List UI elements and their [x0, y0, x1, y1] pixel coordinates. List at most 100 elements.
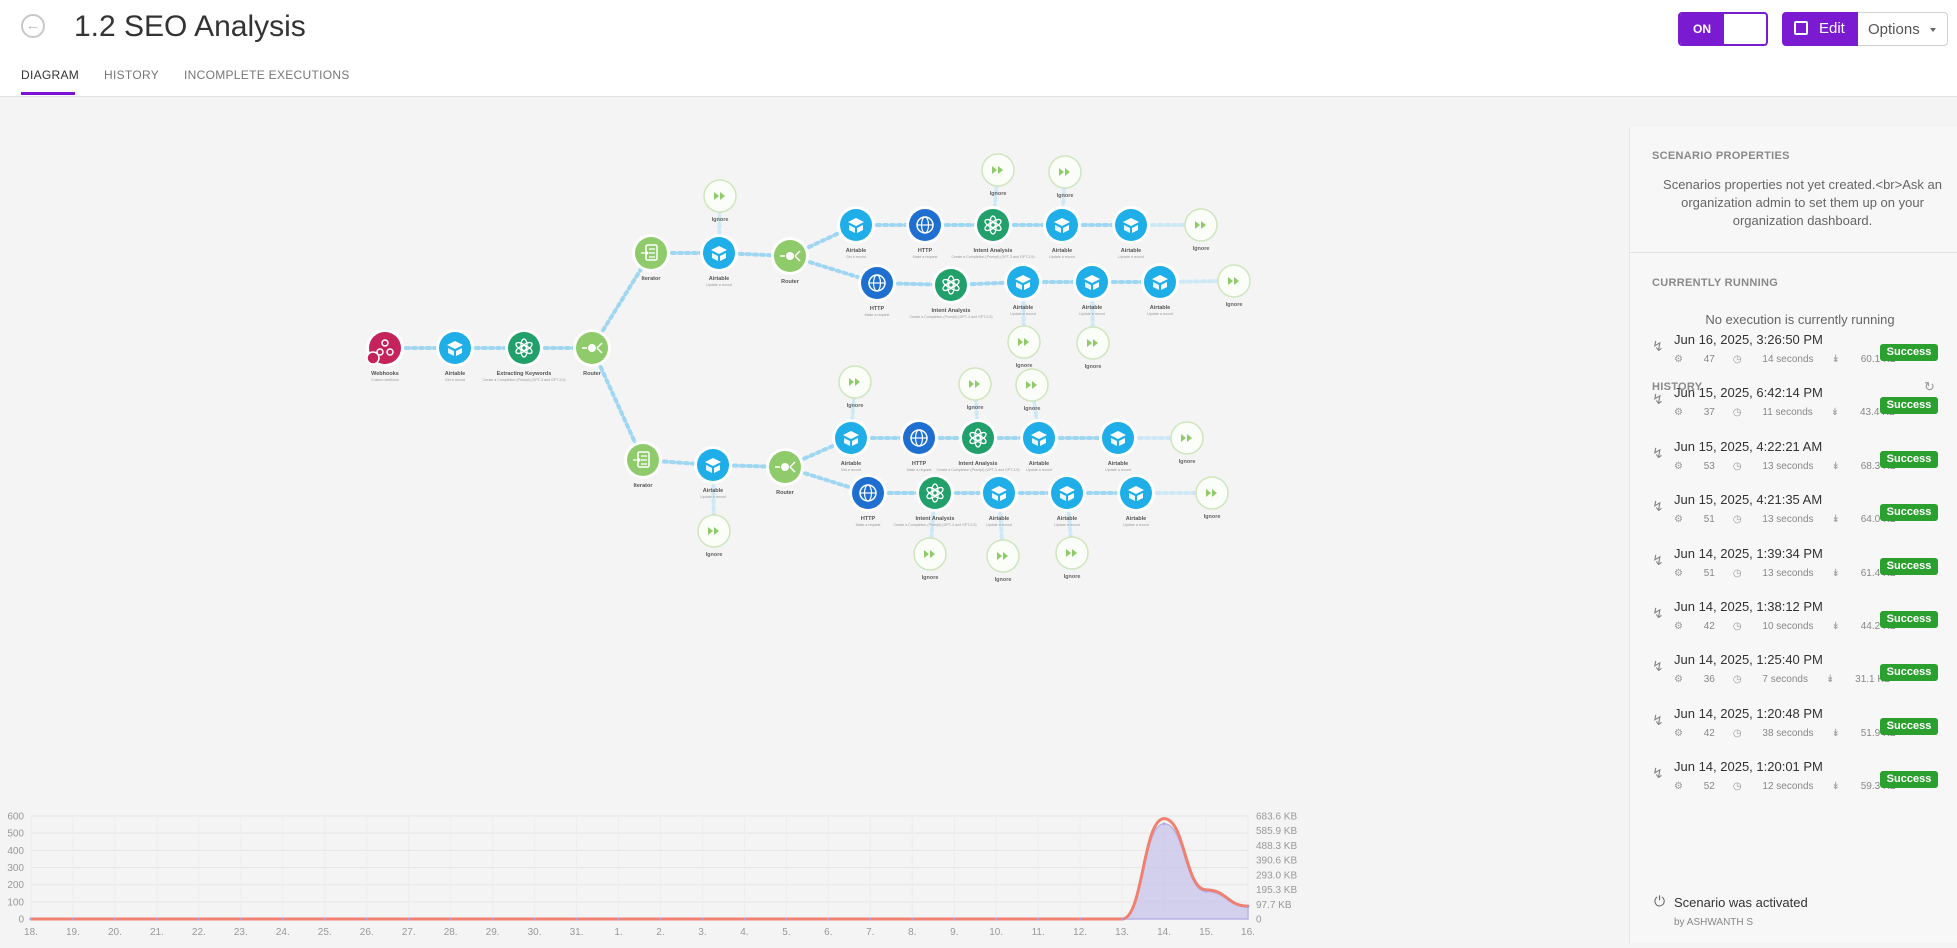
- node-airtable[interactable]: AirtableUpdate a record: [1112, 206, 1150, 259]
- node-ignore[interactable]: Ignore: [1076, 326, 1110, 370]
- node-http[interactable]: HTTPMake a request: [900, 419, 938, 472]
- y-tick-right: 390.6 KB: [1256, 856, 1297, 867]
- node-openai[interactable]: Intent AnalysisCreate a Completion (Prom…: [909, 266, 993, 319]
- operations-count: ⚙ 52: [1674, 781, 1715, 793]
- currently-running-text: No execution is currently running: [1705, 312, 1895, 327]
- node-label: Ignore: [1057, 193, 1074, 199]
- node-openai[interactable]: Intent AnalysisCreate a Completion (Prom…: [893, 474, 977, 527]
- node-airtable[interactable]: AirtableUpdate a record: [700, 234, 738, 287]
- history-item[interactable]: ↯ Jun 15, 2025, 6:42:14 PM ⚙ 37 ◷ 11 second…: [1630, 383, 1957, 433]
- node-ignore[interactable]: Ignore: [1007, 325, 1041, 369]
- node-label: Airtable: [703, 488, 723, 494]
- duration: ◷ 13 seconds: [1732, 567, 1814, 579]
- node-label: Ignore: [990, 191, 1007, 197]
- node-ignore[interactable]: Ignore: [981, 153, 1015, 197]
- node-ignore[interactable]: Ignore: [1217, 264, 1251, 308]
- history-item[interactable]: ↯ Jun 15, 2025, 4:22:21 AM ⚙ 53 ◷ 13 second…: [1630, 437, 1957, 487]
- x-tick: 11.: [1032, 927, 1045, 938]
- scenario-properties-heading: SCENARIO PROPERTIES: [1652, 150, 1790, 162]
- node-ignore[interactable]: Ignore: [958, 367, 992, 411]
- node-airtable[interactable]: AirtableUpdate a record: [1020, 419, 1058, 472]
- node-webhooks[interactable]: WebhooksCustom webhook: [366, 329, 404, 382]
- operations-point: [1162, 817, 1166, 821]
- node-sublabel: Create a Completion (Prompt) (GPT-3 and …: [936, 468, 1019, 472]
- node-router[interactable]: Router: [771, 237, 809, 285]
- node-airtable[interactable]: AirtableUpdate a record: [1043, 206, 1081, 259]
- node-airtable[interactable]: AirtableGet a record: [837, 206, 875, 259]
- node-ignore[interactable]: Ignore: [697, 514, 731, 558]
- data-transfer-point: [491, 917, 494, 921]
- history-item[interactable]: ↯ Jun 14, 2025, 1:20:48 PM ⚙ 42 ◷ 38 second…: [1630, 704, 1957, 754]
- history-item[interactable]: ↯ Jun 15, 2025, 4:21:35 AM ⚙ 51 ◷ 13 second…: [1630, 490, 1957, 540]
- back-arrow-circle-icon[interactable]: ←: [21, 14, 45, 38]
- tab-history[interactable]: HISTORY: [104, 68, 159, 82]
- data-transfer-point: [785, 917, 788, 921]
- node-openai[interactable]: Extracting KeywordsCreate a Completion (…: [482, 329, 566, 382]
- node-airtable[interactable]: AirtableUpdate a record: [1099, 419, 1137, 472]
- duration: ◷ 13 seconds: [1732, 514, 1814, 526]
- node-airtable[interactable]: AirtableUpdate a record: [1073, 263, 1111, 316]
- node-ignore[interactable]: Ignore: [838, 365, 872, 409]
- node-ignore[interactable]: Ignore: [1184, 208, 1218, 252]
- node-airtable[interactable]: AirtableUpdate a record: [694, 446, 732, 499]
- node-ignore[interactable]: Ignore: [1048, 155, 1082, 199]
- scenario-diagram[interactable]: WebhooksCustom webhookAirtableGet a reco…: [0, 130, 1629, 810]
- y-tick-right: 0: [1256, 915, 1262, 926]
- history-meta: ⚙ 52 ◷ 12 seconds ↡ 59.3 KB: [1674, 781, 1914, 792]
- operations-count: ⚙ 51: [1674, 567, 1715, 579]
- node-label: Router: [583, 371, 602, 377]
- node-ignore[interactable]: Ignore: [1055, 536, 1089, 580]
- node-iterator[interactable]: Iterator: [624, 441, 662, 489]
- scheduling-toggle[interactable]: ON: [1678, 12, 1768, 46]
- node-http[interactable]: HTTPMake a request: [906, 206, 944, 259]
- history-item[interactable]: ↯ Jun 16, 2025, 3:26:50 PM ⚙ 47 ◷ 14 second…: [1630, 330, 1957, 380]
- edit-button[interactable]: Edit: [1782, 12, 1858, 46]
- x-tick: 27.: [402, 927, 416, 938]
- node-sublabel: Update a record: [1049, 255, 1075, 259]
- node-airtable[interactable]: AirtableGet a record: [436, 329, 474, 382]
- execution-bolt-icon: ↯: [1652, 498, 1664, 515]
- history-item[interactable]: ↯ Jun 14, 2025, 1:38:12 PM ⚙ 42 ◷ 10 second…: [1630, 597, 1957, 647]
- node-ignore[interactable]: Ignore: [1015, 368, 1049, 412]
- node-openai[interactable]: Intent AnalysisCreate a Completion (Prom…: [936, 419, 1020, 472]
- node-http[interactable]: HTTPMake a request: [849, 474, 887, 527]
- node-ignore[interactable]: Ignore: [986, 539, 1020, 583]
- history-item[interactable]: ↯ Jun 14, 2025, 1:25:40 PM ⚙ 36 ◷ 7 seconds…: [1630, 650, 1957, 700]
- node-airtable[interactable]: AirtableUpdate a record: [1117, 474, 1155, 527]
- node-label: Ignore: [922, 575, 939, 581]
- node-router[interactable]: Router: [573, 329, 611, 377]
- history-item[interactable]: ↯ Jun 14, 2025, 1:39:34 PM ⚙ 51 ◷ 13 second…: [1630, 544, 1957, 594]
- node-ignore[interactable]: Ignore: [913, 537, 947, 581]
- data-transfer-point: [869, 917, 872, 921]
- node-ignore[interactable]: Ignore: [703, 179, 737, 223]
- node-airtable[interactable]: AirtableUpdate a record: [1048, 474, 1086, 527]
- node-sublabel: Get a record: [841, 468, 861, 472]
- node-openai[interactable]: Intent AnalysisCreate a Completion (Prom…: [951, 206, 1035, 259]
- history-datetime: Jun 15, 2025, 4:21:35 AM: [1674, 492, 1823, 508]
- history-meta: ⚙ 37 ◷ 11 seconds ↡ 43.4 KB: [1674, 407, 1914, 418]
- node-airtable[interactable]: AirtableUpdate a record: [980, 474, 1018, 527]
- node-label: Router: [781, 279, 800, 285]
- node-http[interactable]: HTTPMake a request: [858, 264, 896, 317]
- node-label: Ignore: [995, 577, 1012, 583]
- node-ignore[interactable]: Ignore: [1195, 476, 1229, 520]
- duration: ◷ 14 seconds: [1732, 354, 1814, 365]
- node-label: Airtable: [1108, 461, 1128, 467]
- node-airtable[interactable]: AirtableUpdate a record: [1004, 263, 1042, 316]
- chevron-down-icon: [1930, 28, 1936, 32]
- history-item[interactable]: ↯ Jun 14, 2025, 1:20:01 PM ⚙ 52 ◷ 12 second…: [1630, 757, 1957, 807]
- node-sublabel: Update a record: [1054, 523, 1080, 527]
- status-badge: Success: [1880, 557, 1938, 575]
- node-router[interactable]: Router: [766, 448, 804, 496]
- node-airtable[interactable]: AirtableGet a record: [832, 419, 870, 472]
- node-label: Webhooks: [371, 371, 399, 377]
- node-airtable[interactable]: AirtableUpdate a record: [1141, 263, 1179, 316]
- tab-incomplete-executions[interactable]: INCOMPLETE EXECUTIONS: [184, 68, 350, 82]
- y-tick-left: 300: [7, 863, 24, 874]
- history-datetime: Jun 14, 2025, 1:38:12 PM: [1674, 599, 1823, 614]
- options-dropdown-button[interactable]: Options: [1858, 12, 1948, 46]
- data-transfer-point: [365, 917, 368, 921]
- tab-diagram[interactable]: DIAGRAM: [21, 68, 79, 82]
- data-transfer-point: [617, 917, 620, 921]
- node-ignore[interactable]: Ignore: [1170, 421, 1204, 465]
